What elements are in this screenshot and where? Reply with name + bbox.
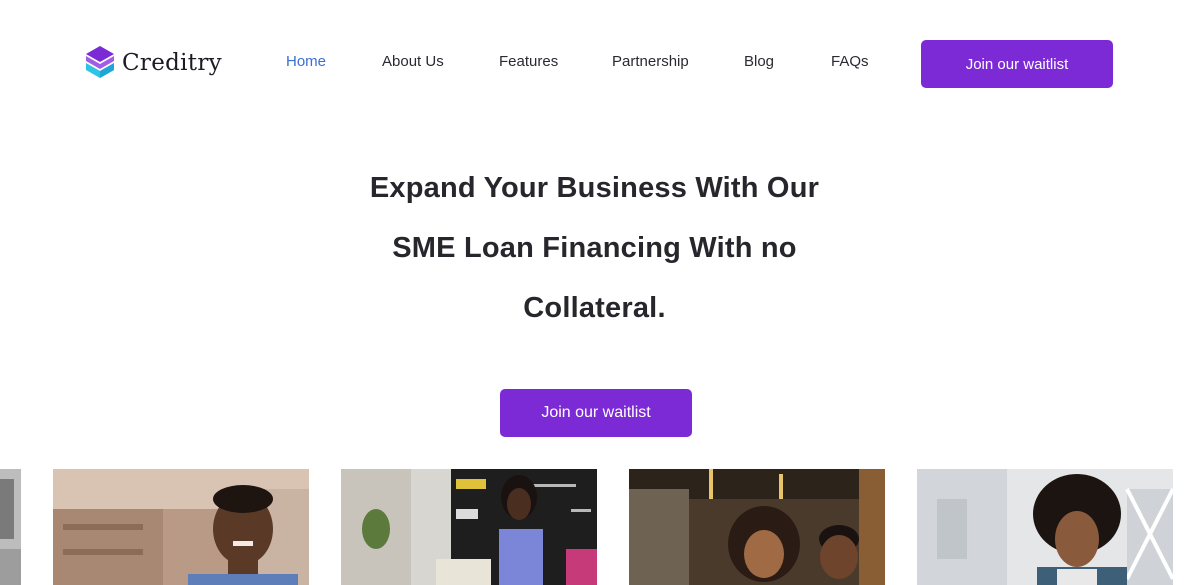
hero-title-line-3: Collateral. — [523, 292, 666, 324]
hero-join-waitlist-button[interactable]: Join our waitlist — [500, 389, 692, 437]
landing-page: Creditry Home About Us Features Partners… — [0, 0, 1189, 585]
hero-title-line-2: SME Loan Financing With no — [392, 232, 797, 264]
photo-woman-curly-hair — [917, 469, 1173, 585]
photo-couple — [629, 469, 885, 585]
nav-item-blog[interactable]: Blog — [744, 53, 774, 70]
photo-partial — [0, 469, 21, 585]
nav-item-about-us[interactable]: About Us — [382, 53, 444, 70]
nav-item-features[interactable]: Features — [499, 53, 558, 70]
photo-smiling-man — [53, 469, 309, 585]
header-join-waitlist-button[interactable]: Join our waitlist — [921, 40, 1113, 88]
nav-item-faqs[interactable]: FAQs — [831, 53, 869, 70]
hero-title-line-1: Expand Your Business With Our — [369, 172, 820, 204]
nav-item-home[interactable]: Home — [286, 53, 326, 70]
photo-woman-cafe — [341, 469, 597, 585]
nav-item-partnership[interactable]: Partnership — [612, 53, 689, 70]
